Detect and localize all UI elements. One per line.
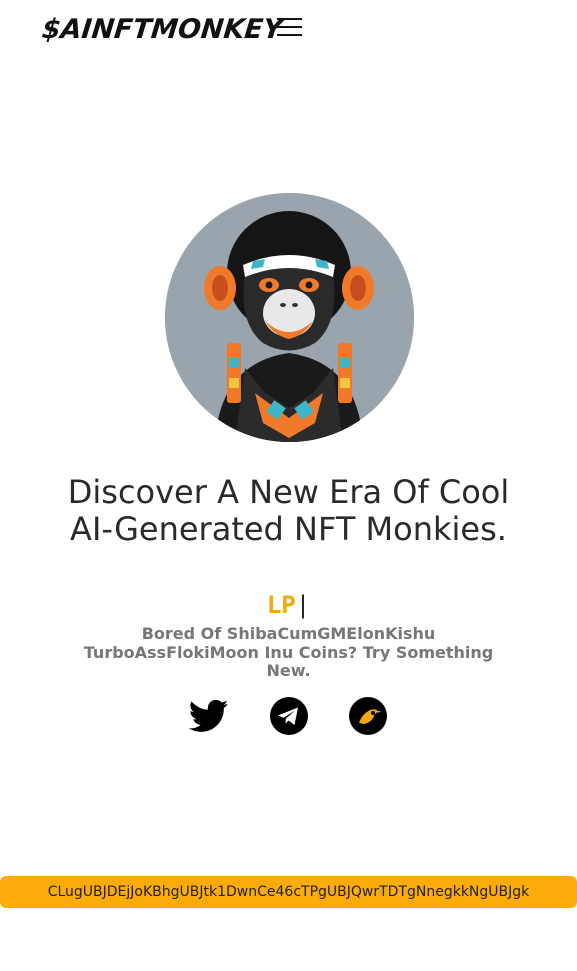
hamburger-menu-icon[interactable] [277,18,302,37]
hero-headline: Discover A New Era Of Cool AI-Generated … [67,473,510,548]
typed-text: LP| [0,590,577,620]
typed-cursor: | [295,591,311,619]
social-links [188,696,390,738]
hero-subtitle: Bored Of ShibaCumGMElonKishu TurboAssFlo… [83,624,494,680]
monkey-avatar [165,193,414,442]
telegram-icon[interactable] [269,696,309,736]
contract-address: CLugUBJDEjJoKBhgUBJtk1DwnCe46cTPgUBJQwrT… [47,884,530,900]
monkey-illustration [165,193,414,442]
bird-icon[interactable] [348,696,388,736]
twitter-icon[interactable] [188,696,229,736]
typed-text-value: LP [266,591,296,619]
site-logo[interactable]: $AINFTMONKEY [40,14,284,45]
contract-address-bar[interactable]: CLugUBJDEjJoKBhgUBJtk1DwnCe46cTPgUBJQwrT… [0,876,577,908]
